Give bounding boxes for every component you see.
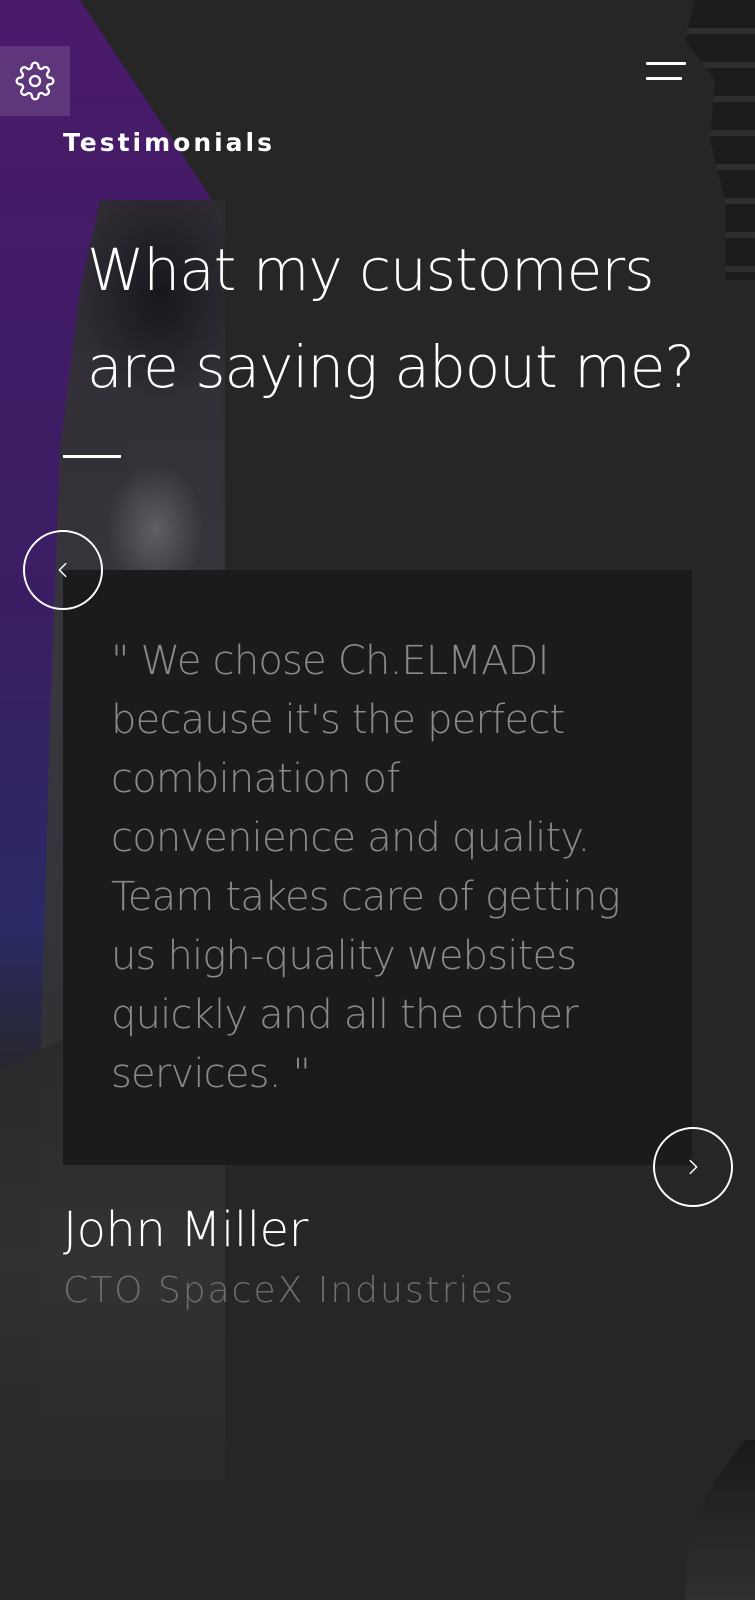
hamburger-menu-icon-bar: [646, 77, 682, 80]
page-title: What my customers are saying about me?: [87, 222, 737, 416]
author-role: CTO SpaceX Industries: [63, 1270, 516, 1311]
title-divider: [63, 455, 121, 458]
chevron-right-icon: [689, 1159, 698, 1175]
testimonial-quote: " We chose Ch.ELMADI because it's the pe…: [111, 638, 621, 1097]
section-label: Testimonials: [63, 128, 276, 157]
settings-button[interactable]: [0, 46, 70, 116]
decorative-shape-bottom-right: [685, 1440, 755, 1600]
page-title-line-2: are saying about me?: [87, 333, 695, 401]
gear-icon: [15, 61, 55, 101]
author-name: John Miller: [63, 1202, 308, 1258]
menu-button[interactable]: [646, 60, 686, 84]
hamburger-menu-icon: [646, 62, 686, 65]
chevron-left-icon: [58, 562, 67, 578]
next-testimonial-button[interactable]: [653, 1127, 733, 1207]
page-title-line-1: What my customers: [87, 236, 654, 304]
previous-testimonial-button[interactable]: [23, 530, 103, 610]
